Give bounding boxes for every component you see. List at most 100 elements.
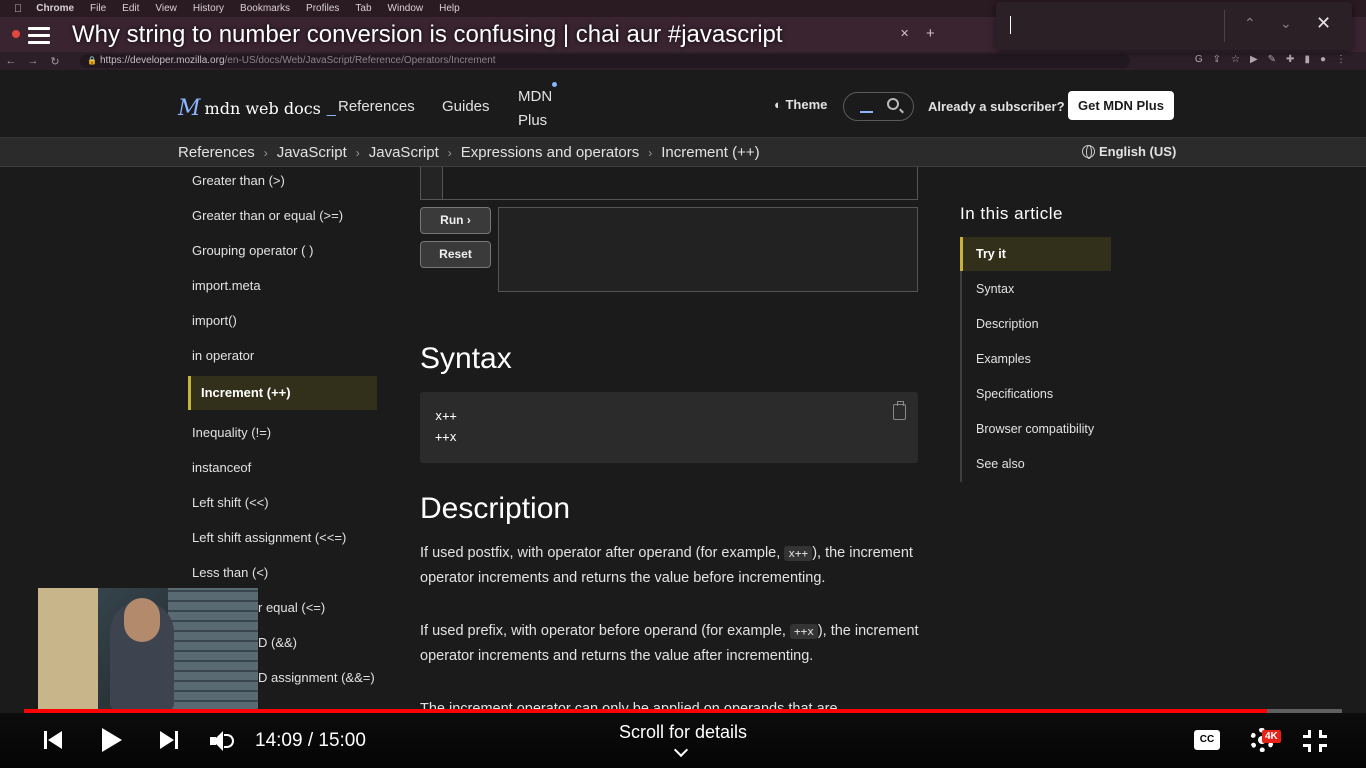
sidebar-item-greater-than[interactable]: Greater than (>) <box>192 173 285 188</box>
menu-edit[interactable]: Edit <box>122 3 139 14</box>
code-line: ++x <box>435 430 457 444</box>
find-divider <box>1224 10 1225 42</box>
find-close-icon[interactable]: ✕ <box>1316 13 1331 34</box>
toc-item-description[interactable]: Description <box>976 317 1039 331</box>
sidebar-item-left-shift[interactable]: Left shift (<<) <box>192 495 269 510</box>
copy-icon[interactable] <box>893 401 906 420</box>
brick-wall-background <box>168 588 258 710</box>
toc-item-specifications[interactable]: Specifications <box>976 387 1053 401</box>
code-editor[interactable] <box>420 167 918 200</box>
find-input[interactable] <box>1010 16 1011 34</box>
mdn-header: M mdn web docs _ References Guides MDN P… <box>0 70 1366 138</box>
description-heading: Description <box>420 492 571 525</box>
apple-icon[interactable]:  <box>14 3 22 15</box>
pen-icon[interactable]: ✎ <box>1268 54 1276 65</box>
extension-icon[interactable]: ▶ <box>1250 54 1258 65</box>
share-icon[interactable]: ⇪ <box>1213 54 1221 65</box>
puzzle-icon[interactable]: ✚ <box>1286 54 1294 65</box>
quality-badge: 4K <box>1262 730 1281 743</box>
mdn-logo[interactable]: M mdn web docs _ <box>178 96 336 121</box>
toc-rail <box>960 237 962 482</box>
breadcrumb-javascript-2[interactable]: JavaScript <box>369 144 439 161</box>
menu-file[interactable]: File <box>90 3 106 14</box>
menu-window[interactable]: Window <box>388 3 424 14</box>
para-text: If used prefix, with operator before ope… <box>420 623 790 639</box>
sidebar-item-label: Increment (++) <box>201 385 291 400</box>
sidebar-item-inequality[interactable]: Inequality (!=) <box>192 425 271 440</box>
menu-bookmarks[interactable]: Bookmarks <box>240 3 290 14</box>
search-icon <box>887 98 899 110</box>
sidebar-item-logical-and-assignment[interactable]: D assignment (&&=) <box>258 670 375 685</box>
syntax-heading: Syntax <box>420 342 512 375</box>
menu-profiles[interactable]: Profiles <box>306 3 339 14</box>
webcam-overlay <box>38 588 258 710</box>
menu-chrome[interactable]: Chrome <box>36 3 74 14</box>
search-button[interactable] <box>843 92 914 121</box>
sidebar-icon[interactable]: ▮ <box>1304 54 1310 65</box>
toc-item-see-also[interactable]: See also <box>976 457 1025 471</box>
chevron-down-icon[interactable] <box>673 742 689 758</box>
find-previous-icon[interactable]: ⌃ <box>1244 15 1256 32</box>
toc-item-browser-compatibility[interactable]: Browser compatibility <box>976 422 1094 436</box>
sidebar-item-import-meta[interactable]: import.meta <box>192 278 261 293</box>
sidebar-item-grouping[interactable]: Grouping operator ( ) <box>192 243 313 258</box>
run-button[interactable]: Run › <box>420 207 491 234</box>
breadcrumb-javascript[interactable]: JavaScript <box>277 144 347 161</box>
toc-title: In this article <box>960 204 1063 223</box>
login-link[interactable]: Already a subscriber? <box>928 99 1065 114</box>
sidebar-item-greater-than-equal[interactable]: Greater than or equal (>=) <box>192 208 343 223</box>
nav-references[interactable]: References <box>338 98 415 115</box>
get-mdn-plus-button[interactable]: Get MDN Plus <box>1068 91 1174 120</box>
nav-mdn-plus[interactable]: MDN Plus <box>518 82 557 133</box>
sidebar-item-logical-and[interactable]: D (&&) <box>258 635 297 650</box>
world-map-background <box>38 588 98 710</box>
chevron-right-icon: › <box>447 145 452 160</box>
sidebar-item-left-shift-assignment[interactable]: Left shift assignment (<<=) <box>192 530 346 545</box>
sidebar-item-import[interactable]: import() <box>192 313 237 328</box>
language-label: English (US) <box>1099 144 1177 159</box>
breadcrumb-references[interactable]: References <box>178 144 255 161</box>
toc-item-try-it[interactable]: Try it <box>976 247 1006 261</box>
reset-button[interactable]: Reset <box>420 241 491 268</box>
more-icon[interactable]: ⋮ <box>1336 54 1346 65</box>
scroll-for-details[interactable]: Scroll for details <box>0 722 1366 743</box>
menu-tab[interactable]: Tab <box>355 3 371 14</box>
sidebar-item-instanceof[interactable]: instanceof <box>192 460 251 475</box>
breadcrumb-expressions[interactable]: Expressions and operators <box>461 144 639 161</box>
theme-toggle[interactable]: ◐ Theme <box>774 97 827 112</box>
sidebar-item-less-than-equal[interactable]: r equal (<=) <box>258 600 325 615</box>
menu-history[interactable]: History <box>193 3 224 14</box>
captions-icon[interactable]: CC <box>1194 730 1220 750</box>
extension-icons: G ⇪ ☆ ▶ ✎ ✚ ▮ ● ⋮ <box>1195 54 1346 65</box>
find-next-icon[interactable]: ⌄ <box>1280 15 1292 32</box>
menu-view[interactable]: View <box>155 3 177 14</box>
video-title[interactable]: Why string to number conversion is confu… <box>72 21 783 49</box>
description-paragraph-postfix: If used postfix, with operator after ope… <box>420 541 920 591</box>
inline-code: x++ <box>784 546 813 561</box>
google-icon[interactable]: G <box>1195 54 1203 65</box>
playlist-icon[interactable] <box>28 27 50 45</box>
menu-help[interactable]: Help <box>439 3 460 14</box>
code-line: x++ <box>435 409 457 423</box>
nav-guides[interactable]: Guides <box>442 98 490 115</box>
language-switcher[interactable]: English (US) <box>1082 144 1176 159</box>
star-icon[interactable]: ☆ <box>1231 54 1240 65</box>
sidebar-item-less-than[interactable]: Less than (<) <box>192 565 268 580</box>
theme-label: Theme <box>785 97 828 112</box>
table-of-contents: In this article Try it Syntax Descriptio… <box>960 200 1120 490</box>
breadcrumb-increment[interactable]: Increment (++) <box>661 144 759 161</box>
sidebar-item-increment[interactable]: Increment (++) <box>188 376 377 410</box>
find-bar: ⌃ ⌄ ✕ <box>996 2 1352 50</box>
globe-icon <box>1082 145 1095 159</box>
nav-plus-line1: MDN <box>518 88 553 105</box>
main-content: Run › Reset Syntax x++ ++x Description I… <box>420 167 920 712</box>
sidebar-item-in-operator[interactable]: in operator <box>192 348 254 363</box>
exit-fullscreen-icon[interactable] <box>1303 730 1327 752</box>
para-text: If used postfix, with operator after ope… <box>420 545 785 561</box>
toc-item-examples[interactable]: Examples <box>976 352 1031 366</box>
profile-icon[interactable]: ● <box>1320 54 1326 65</box>
toc-item-syntax[interactable]: Syntax <box>976 282 1014 296</box>
chevron-right-icon: › <box>355 145 360 160</box>
video-controls: 14:09 / 15:00 Scroll for details CC 4K <box>0 713 1366 768</box>
search-cursor <box>860 111 873 113</box>
